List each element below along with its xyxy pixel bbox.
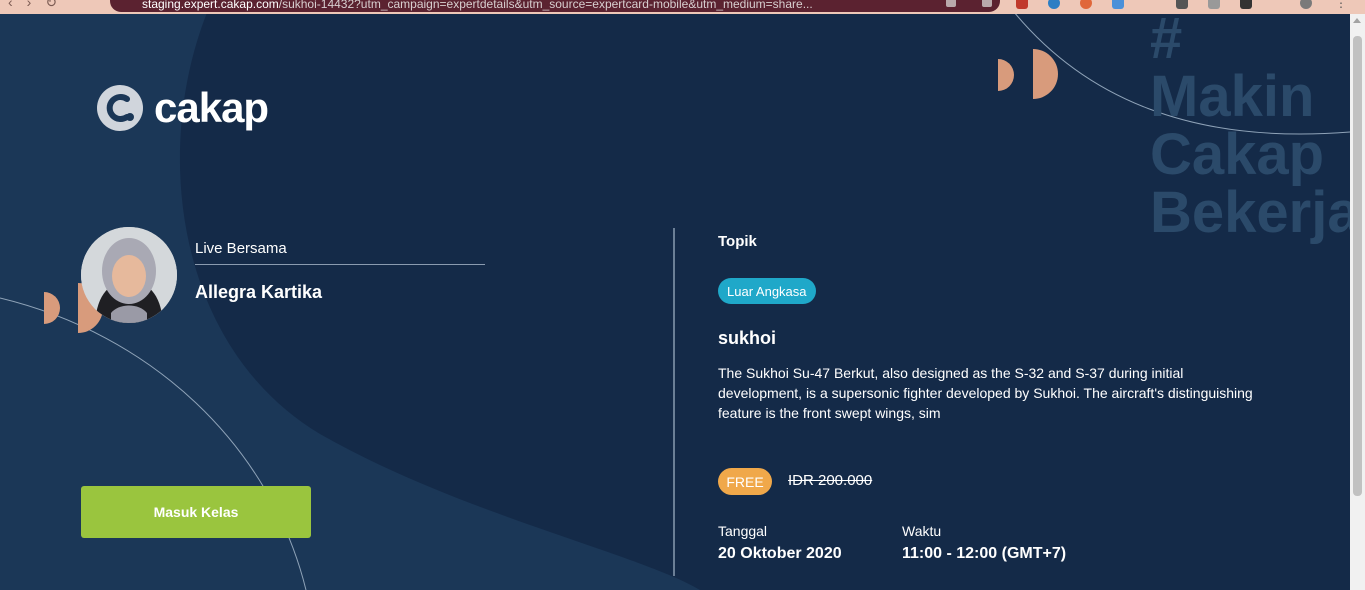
original-price: IDR 200.000 [788,472,873,489]
browser-toolbar: ‹›↻ staging.expert.cakap.com/sukhoi-1443… [0,0,1365,14]
scrollbar[interactable] [1350,14,1365,590]
scroll-up-icon[interactable] [1353,18,1361,23]
topic-label: Topik [718,233,757,250]
profile-avatar[interactable] [1300,0,1312,9]
install-icon[interactable] [946,0,956,7]
extension-icon[interactable] [1016,0,1028,9]
url-host: staging.expert.cakap.com [142,0,279,11]
cakap-logo[interactable]: cakap [96,84,269,132]
extension-icon[interactable] [1048,0,1060,9]
menu-icon[interactable]: ⋮ [1335,0,1347,9]
live-with-label: Live Bersama [195,240,287,257]
hashtag-line: Cakap [1150,122,1325,187]
time-value: 11:00 - 12:00 (GMT+7) [902,545,1067,562]
extension-icon[interactable] [1208,0,1220,9]
expert-name: Allegra Kartika [195,282,323,302]
extension-icon[interactable] [1112,0,1124,9]
date-value: 20 Oktober 2020 [718,545,842,562]
back-forward-reload-icons[interactable]: ‹›↻ [8,0,71,11]
hashtag-line: Bekerja [1150,180,1350,245]
join-class-button[interactable]: Masuk Kelas [81,486,311,538]
price-badge: FREE [718,468,772,495]
cakap-logo-icon [97,85,143,131]
session-title: sukhoi [718,328,777,348]
date-label: Tanggal [718,523,768,539]
extension-icon[interactable] [1176,0,1188,9]
session-description: The Sukhoi Su-47 Berkut, also designed a… [718,365,1253,421]
half-circle-decor [44,292,60,324]
extension-icon[interactable] [1080,0,1092,9]
address-bar[interactable]: staging.expert.cakap.com/sukhoi-14432?ut… [110,0,1000,12]
vertical-divider [673,228,675,576]
scrollbar-thumb[interactable] [1353,36,1362,496]
star-icon[interactable] [982,0,992,7]
url-text: staging.expert.cakap.com/sukhoi-14432?ut… [142,0,813,11]
topic-chip[interactable]: Luar Angkasa [718,278,816,304]
divider [195,264,485,265]
url-path: /sukhoi-14432?utm_campaign=expertdetails… [278,0,813,11]
expert-avatar [81,227,177,323]
webinar-detail-page: # Makin Cakap Bekerja cakap Live Bersama… [0,14,1350,590]
hashtag-line: Makin [1150,64,1315,129]
hashtag-line: # [1150,14,1183,71]
extension-icon[interactable] [1240,0,1252,9]
logo-text: cakap [154,84,269,131]
time-label: Waktu [902,523,942,539]
hashtag-watermark: # Makin Cakap Bekerja [1150,14,1350,242]
